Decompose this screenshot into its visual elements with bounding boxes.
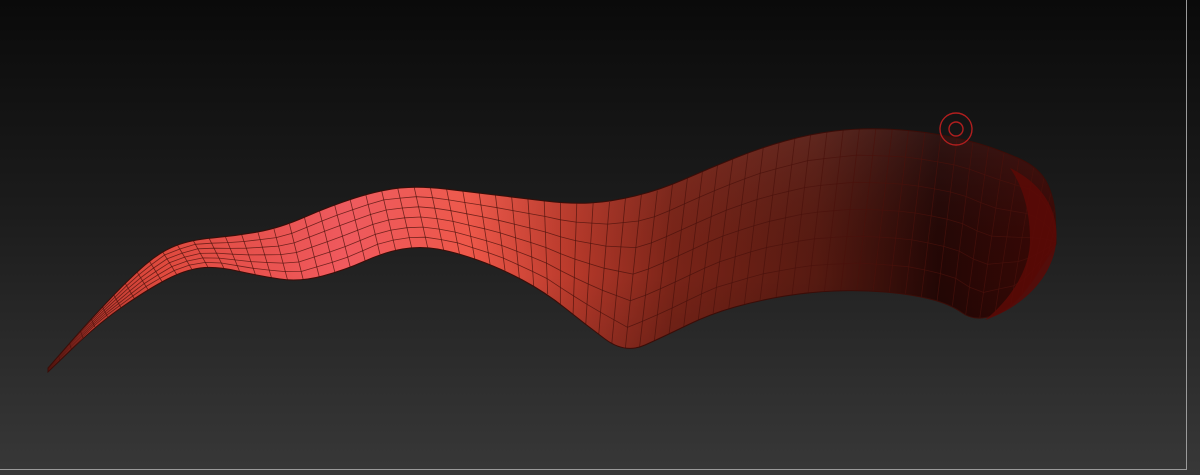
3d-viewport[interactable] — [0, 0, 1200, 475]
viewport-canvas[interactable] — [0, 0, 1200, 475]
